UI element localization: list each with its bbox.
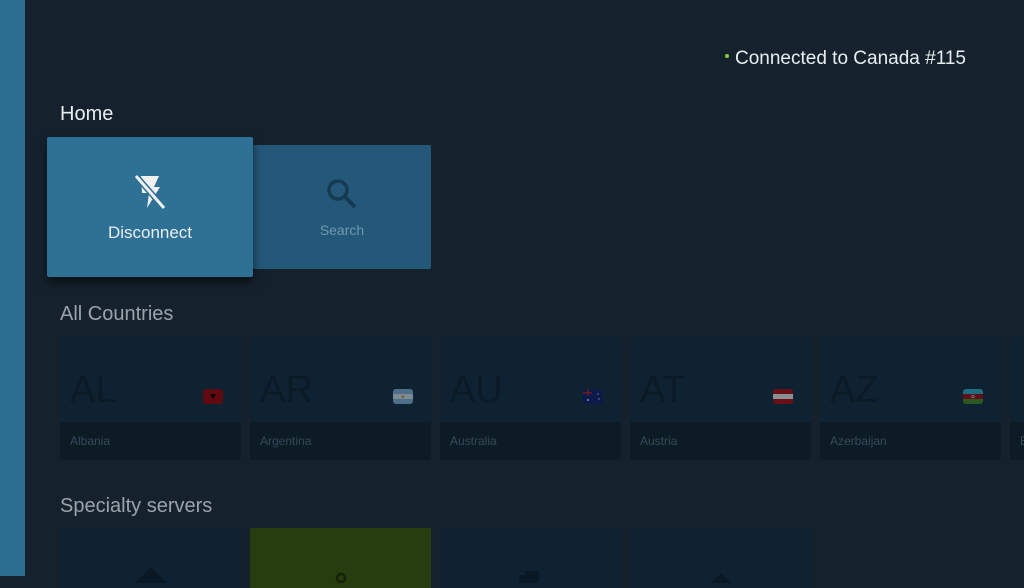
albania-flag-icon [203, 389, 223, 404]
country-name: Austria [630, 422, 811, 460]
sidebar[interactable] [0, 0, 25, 576]
argentina-flag-icon [393, 389, 413, 404]
search-button[interactable]: Search [253, 145, 431, 269]
specialty-card-p2p[interactable] [440, 528, 621, 588]
country-card-argentina[interactable]: AR Argentina [250, 337, 431, 460]
austria-flag-icon [773, 389, 793, 404]
flash-off-icon [132, 172, 168, 217]
specialty-card-dedicated-ip[interactable] [250, 528, 431, 588]
country-name: Azerbaijan [820, 422, 1001, 460]
home-title: Home [60, 103, 114, 125]
search-label: Search [319, 221, 365, 238]
country-card-albania[interactable]: AL Albania [60, 337, 241, 460]
australia-flag-icon [583, 389, 603, 404]
status-text: Connected to Canada #115 [735, 48, 966, 69]
country-name: Australia [440, 422, 621, 460]
country-code: AT [640, 369, 686, 411]
double-vpn-icon [701, 567, 741, 588]
all-countries-title: All Countries [60, 303, 174, 325]
specialty-card-onion[interactable] [60, 528, 241, 588]
country-code: AR [260, 369, 313, 411]
country-name: Argentina [250, 422, 431, 460]
azerbaijan-flag-icon [963, 389, 983, 404]
specialty-row [60, 528, 811, 588]
country-name: Albania [60, 422, 241, 460]
country-code: AU [450, 369, 503, 411]
search-icon [325, 177, 359, 216]
country-code: AL [70, 369, 117, 411]
disconnect-label: Disconnect [107, 222, 193, 242]
disconnect-button[interactable]: Disconnect [47, 137, 253, 277]
location-pin-icon [331, 569, 351, 588]
country-name: B [1010, 422, 1024, 460]
p2p-icon [511, 567, 551, 588]
connection-status: Connected to Canada #115 [725, 48, 966, 70]
specialty-card-double-vpn[interactable] [630, 528, 811, 588]
specialty-servers-title: Specialty servers [60, 495, 213, 517]
country-card-austria[interactable]: AT Austria [630, 337, 811, 460]
country-card-australia[interactable]: AU Australia [440, 337, 621, 460]
country-code: AZ [830, 369, 879, 411]
countries-row: AL Albania AR Argentina AU Australia AT [60, 337, 1024, 460]
country-card-partial[interactable]: B [1010, 337, 1024, 460]
country-card-azerbaijan[interactable]: AZ Azerbaijan [820, 337, 1001, 460]
status-dot-icon [725, 54, 729, 58]
